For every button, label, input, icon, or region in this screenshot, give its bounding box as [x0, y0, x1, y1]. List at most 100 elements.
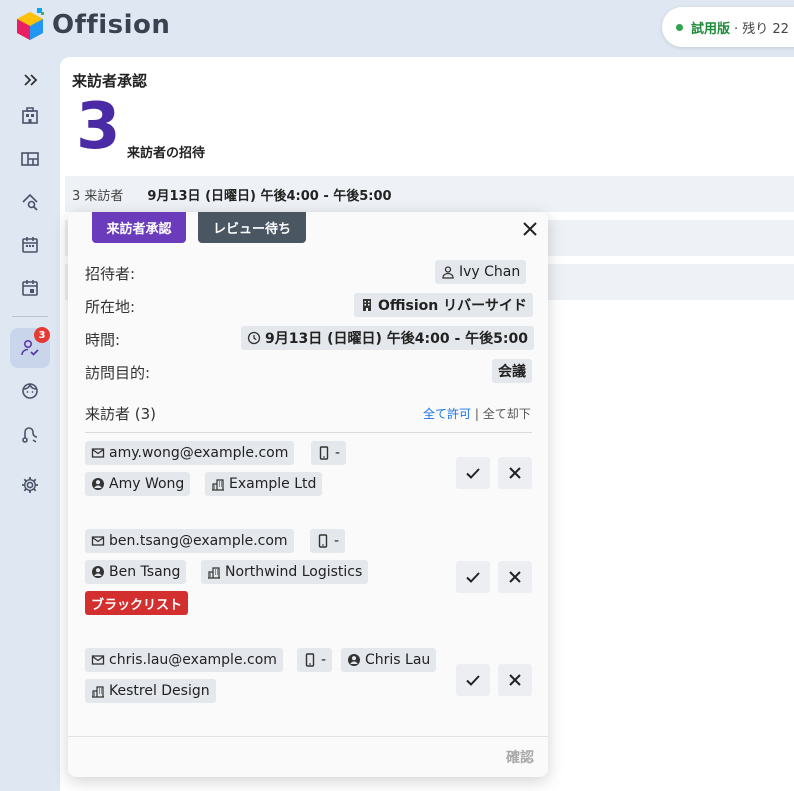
account-circle-icon	[348, 654, 360, 666]
check-icon	[466, 468, 480, 479]
close-icon	[523, 222, 537, 236]
visitor-company-chip: Kestrel Design	[85, 679, 216, 703]
sidebar-item-floor-map[interactable]	[10, 139, 50, 179]
search-home-icon	[22, 193, 38, 211]
sidebar-item-visitor-approval[interactable]: 3	[10, 327, 50, 368]
visitors-heading: 来訪者 (3)	[85, 405, 157, 423]
visitor-phone-chip: -	[297, 648, 333, 672]
check-icon	[466, 572, 480, 583]
blacklist-label: ブラックリスト	[91, 597, 183, 613]
time-chip: 9月13日 (日曜日) 午後4:00 - 午後5:00	[241, 326, 534, 350]
visitor-approval-popup: 来訪者承認 レビュー待ち 招待者: Ivy Chan 所在地: Offision…	[68, 212, 548, 777]
calendar-grid-icon	[22, 237, 38, 253]
visitor-name-chip: Ben Tsang	[85, 560, 187, 584]
sidebar-item-route[interactable]	[10, 414, 50, 454]
trial-label: 試用版	[691, 21, 731, 37]
approve-visitor-button[interactable]	[456, 457, 490, 489]
purpose-value: 会議	[498, 364, 526, 380]
visitor-email-chip: amy.wong@example.com	[85, 441, 295, 465]
location-chip: Offision リバーサイド	[354, 293, 533, 317]
mail-icon	[91, 448, 105, 458]
time-label: 時間:	[85, 331, 121, 349]
bulk-actions: 全て許可 | 全て却下	[423, 405, 531, 422]
reject-visitor-button[interactable]	[498, 457, 532, 489]
visitor-phone: -	[334, 533, 340, 549]
company-building-icon	[212, 479, 224, 491]
visitor-phone: -	[321, 652, 327, 668]
invitation-visitor-count: 3 来訪者	[72, 188, 124, 204]
visitor-company-chip: Example Ltd	[205, 472, 323, 496]
pending-review-tab[interactable]: レビュー待ち	[198, 212, 306, 243]
invitation-count-label: 来訪者の招待	[127, 146, 206, 161]
visitor-name-chip: Chris Lau	[341, 648, 437, 672]
visitor-company: Northwind Logistics	[225, 564, 363, 580]
chevron-double-right-icon	[24, 74, 38, 86]
close-icon	[509, 674, 521, 686]
sidebar-item-search-space[interactable]	[10, 182, 50, 222]
visitor-name: Ben Tsang	[109, 564, 181, 580]
approve-visitor-button[interactable]	[456, 664, 490, 696]
floor-plan-icon	[21, 152, 39, 166]
visitor-company-chip: Northwind Logistics	[201, 560, 369, 584]
gear-icon	[22, 477, 38, 493]
visitor-phone-chip: -	[311, 441, 347, 465]
offision-logo-icon	[17, 8, 44, 40]
reject-visitor-button[interactable]	[498, 664, 532, 696]
clock-icon	[247, 331, 261, 345]
confirm-button[interactable]: 確認	[506, 747, 534, 767]
close-icon	[509, 571, 521, 583]
sidebar-item-office[interactable]	[10, 96, 50, 136]
sidebar-item-events[interactable]	[10, 268, 50, 308]
mail-icon	[91, 536, 105, 546]
visitor-email-chip: chris.lau@example.com	[85, 648, 283, 672]
visitor-email: ben.tsang@example.com	[109, 533, 288, 549]
visitor-approval-badge: 3	[34, 327, 50, 343]
allow-all-link[interactable]: 全て許可	[423, 407, 471, 421]
mobile-phone-icon	[318, 534, 328, 548]
building-icon	[363, 299, 371, 311]
company-building-icon	[92, 686, 104, 698]
popup-footer-divider	[68, 736, 548, 737]
visitor-name: Amy Wong	[109, 476, 185, 492]
account-circle-icon	[92, 478, 104, 490]
approve-visitor-button[interactable]	[456, 561, 490, 593]
trial-remaining: · 残り 22	[734, 21, 789, 37]
reject-visitor-button[interactable]	[498, 561, 532, 593]
person-outline-icon	[442, 266, 454, 279]
blacklist-badge: ブラックリスト	[85, 591, 189, 615]
location-label: 所在地:	[85, 298, 136, 316]
time-value: 9月13日 (日曜日) 午後4:00 - 午後5:00	[265, 331, 528, 347]
location-value: Offision リバーサイド	[378, 298, 527, 314]
expand-sidebar-button[interactable]	[10, 60, 50, 100]
invitation-datetime: 9月13日 (日曜日) 午後4:00 - 午後5:00	[147, 188, 392, 204]
close-icon	[509, 467, 521, 479]
reject-all-link[interactable]: 全て却下	[483, 407, 531, 421]
visitor-name-chip: Amy Wong	[85, 472, 191, 496]
company-building-icon	[208, 567, 220, 579]
app-logo[interactable]: Offision	[14, 8, 170, 42]
visitor-email: chris.lau@example.com	[109, 652, 277, 668]
invitation-row[interactable]: 3 来訪者 9月13日 (日曜日) 午後4:00 - 午後5:00	[65, 176, 794, 212]
page-title: 来訪者承認	[72, 72, 148, 90]
visitor-phone: -	[335, 445, 341, 461]
mobile-phone-icon	[305, 653, 315, 667]
invitation-count: 3	[76, 90, 121, 164]
sidebar-item-settings[interactable]	[10, 465, 50, 505]
sidebar-item-profile[interactable]	[10, 371, 50, 411]
account-circle-icon	[92, 566, 104, 578]
visitor-phone-chip: -	[310, 529, 346, 553]
inviter-chip: Ivy Chan	[435, 260, 527, 284]
visitor-approval-tab[interactable]: 来訪者承認	[92, 212, 186, 243]
sidebar-item-calendar[interactable]	[10, 225, 50, 265]
visitor-company: Example Ltd	[229, 476, 317, 492]
purpose-label: 訪問目的:	[85, 364, 151, 382]
trial-status[interactable]: 試用版 · 残り 22	[662, 7, 794, 47]
close-popup-button[interactable]	[519, 218, 541, 240]
visitor-name: Chris Lau	[365, 652, 431, 668]
trial-status-dot	[676, 23, 683, 31]
bulk-separator: |	[474, 407, 479, 421]
visitor-email: amy.wong@example.com	[109, 445, 289, 461]
calendar-event-icon	[22, 280, 38, 296]
mail-icon	[91, 655, 105, 665]
purpose-chip: 会議	[492, 359, 532, 383]
